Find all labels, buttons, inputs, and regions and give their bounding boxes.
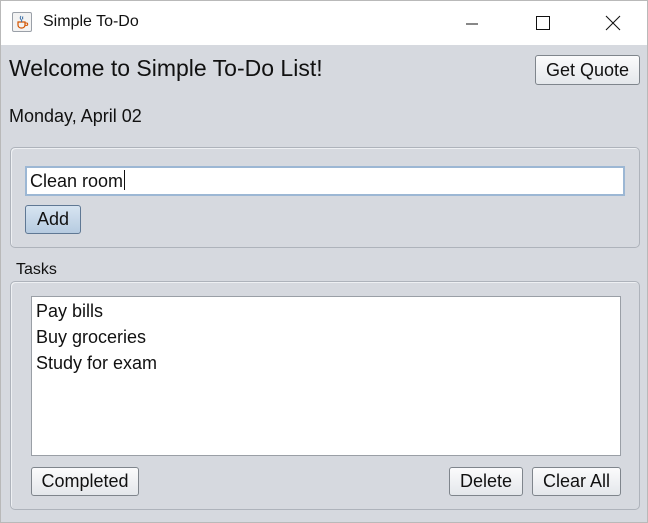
add-task-panel: Clean room Add bbox=[10, 147, 640, 248]
list-item[interactable]: Pay bills bbox=[36, 301, 103, 322]
add-button[interactable]: Add bbox=[25, 205, 81, 234]
close-button[interactable] bbox=[590, 1, 636, 45]
delete-button[interactable]: Delete bbox=[449, 467, 523, 496]
task-list[interactable]: Pay bills Buy groceries Study for exam bbox=[31, 296, 621, 456]
main-content: Welcome to Simple To-Do List! Get Quote … bbox=[1, 45, 647, 522]
task-input-value: Clean room bbox=[30, 171, 124, 191]
completed-button[interactable]: Completed bbox=[31, 467, 139, 496]
java-cup-icon bbox=[12, 12, 32, 32]
list-item[interactable]: Study for exam bbox=[36, 353, 157, 374]
maximize-icon bbox=[536, 16, 550, 30]
task-input[interactable]: Clean room bbox=[25, 166, 625, 196]
text-caret bbox=[124, 170, 126, 190]
list-item[interactable]: Buy groceries bbox=[36, 327, 146, 348]
tasks-panel: Pay bills Buy groceries Study for exam C… bbox=[10, 281, 640, 510]
minimize-button[interactable] bbox=[449, 1, 495, 45]
clear-all-button[interactable]: Clear All bbox=[532, 467, 621, 496]
app-window: Simple To-Do Welcome to Simple To-Do Lis… bbox=[0, 0, 648, 523]
minimize-icon bbox=[466, 23, 478, 25]
window-title: Simple To-Do bbox=[43, 13, 139, 30]
title-bar[interactable]: Simple To-Do bbox=[1, 1, 647, 45]
date-label: Monday, April 02 bbox=[9, 106, 142, 126]
maximize-button[interactable] bbox=[520, 1, 566, 45]
close-icon bbox=[605, 15, 621, 31]
get-quote-button[interactable]: Get Quote bbox=[535, 55, 640, 85]
welcome-heading: Welcome to Simple To-Do List! bbox=[9, 55, 323, 81]
tasks-panel-title: Tasks bbox=[16, 261, 57, 278]
